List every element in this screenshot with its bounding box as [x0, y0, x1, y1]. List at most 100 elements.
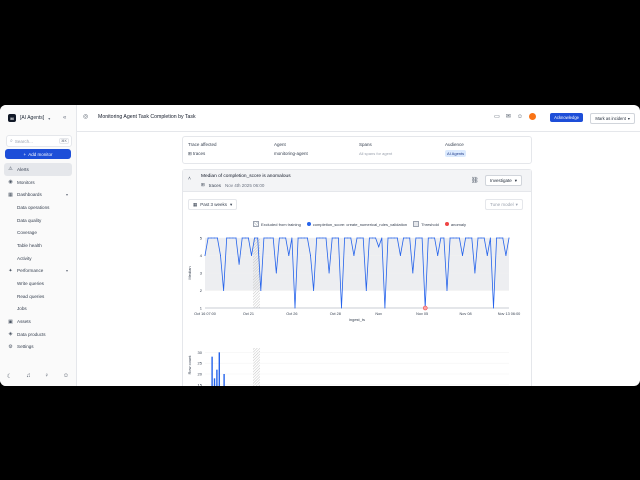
- series-point: [328, 272, 330, 274]
- series-point: [455, 237, 457, 239]
- series-point: [396, 237, 398, 239]
- incident-info-card: Trace affected ⊞ traces Agent monitoring…: [182, 136, 532, 164]
- series-point: [210, 237, 212, 239]
- sidebar-item-data-quality[interactable]: Data quality: [4, 214, 72, 227]
- series-point: [275, 272, 277, 274]
- median-line-chart[interactable]: 1 2 3 4 5 Median ingest_ts Oct 16 07:00 Oct 21 Oc…: [183, 228, 531, 323]
- grid-icon: ▦: [8, 191, 13, 198]
- series-point: [387, 237, 389, 239]
- series-point: [334, 237, 336, 239]
- sidebar-item-settings[interactable]: ⚙ Settings: [4, 341, 72, 354]
- series-point: [480, 237, 482, 239]
- sidebar-item-table-health[interactable]: Table health: [4, 239, 72, 252]
- sidebar-item-data-products[interactable]: ◈ Data products: [4, 328, 72, 341]
- chart-legend: Excluded from training completion_score:…: [253, 221, 466, 227]
- legend-threshold[interactable]: Threshold: [413, 221, 439, 227]
- sidebar-item-read-queries[interactable]: Read queries: [4, 290, 72, 303]
- series-point: [446, 290, 448, 291]
- series-point: [316, 237, 318, 239]
- person-icon[interactable]: ☺: [517, 114, 523, 120]
- series-point: [207, 237, 209, 239]
- search-shortcut: ⌘K: [59, 138, 69, 144]
- sidebar-item-write-queries[interactable]: Write queries: [4, 277, 72, 290]
- sidebar-item-activity[interactable]: Activity: [4, 252, 72, 265]
- series-point: [421, 237, 423, 239]
- series-point: [238, 263, 240, 265]
- bar: [213, 378, 216, 386]
- legend-anomaly[interactable]: anomaly: [444, 221, 466, 227]
- series-point: [285, 237, 287, 239]
- workspace-logo-icon: M: [8, 114, 16, 122]
- series-point: [365, 290, 367, 291]
- series-point: [353, 255, 355, 256]
- spans-column: Spans All spans for agent: [359, 142, 392, 156]
- add-monitor-button[interactable]: + Add monitor: [5, 149, 71, 159]
- sidebar-item-label: Settings: [17, 344, 34, 350]
- search-input[interactable]: ⌕ Search... ⌘K: [6, 135, 72, 147]
- user-icon[interactable]: ☺: [63, 373, 69, 380]
- anomaly-subject[interactable]: traces: [209, 183, 221, 188]
- comment-icon[interactable]: ▭: [494, 113, 500, 120]
- sidebar-item-label: Alerts: [17, 166, 29, 172]
- sidebar-item-label: Data quality: [17, 217, 42, 223]
- lightbulb-icon[interactable]: ♀: [45, 373, 50, 380]
- sidebar-item-alerts[interactable]: ⚠ Alerts: [4, 163, 72, 176]
- series-point: [340, 307, 342, 309]
- trace-value[interactable]: ⊞ traces: [188, 151, 217, 157]
- agent-label: Agent: [274, 142, 286, 147]
- mail-icon[interactable]: ✉: [506, 113, 511, 120]
- series-point: [437, 255, 439, 256]
- series-point: [282, 237, 284, 239]
- agent-column: Agent monitoring-agent: [274, 142, 308, 156]
- row-count-bar-chart[interactable]: 1015202530Row count: [183, 340, 531, 386]
- series-point: [443, 237, 445, 239]
- series-point: [263, 237, 265, 239]
- series-point: [409, 237, 411, 239]
- legend-excluded[interactable]: Excluded from training: [253, 221, 301, 227]
- bell-icon[interactable]: ♫: [26, 373, 31, 380]
- time-range-select[interactable]: ▦ Past 3 weeks ▾: [188, 199, 238, 210]
- collapse-sidebar-icon[interactable]: «: [63, 115, 66, 121]
- y-tick-label: 25: [198, 361, 203, 366]
- excluded-region: [253, 348, 260, 386]
- sidebar-item-monitors[interactable]: ◉ Monitors: [4, 176, 72, 189]
- tune-model-button[interactable]: Tune model ▾: [485, 199, 523, 210]
- sidebar-item-label: Monitors: [17, 179, 35, 185]
- sidebar-item-data-operations[interactable]: Data operations: [4, 201, 72, 214]
- investigate-button[interactable]: Investigate ▾: [485, 175, 523, 186]
- series-point: [492, 307, 494, 309]
- series-point: [415, 237, 417, 239]
- sidebar-item-dashboards[interactable]: ▦ Dashboards ▾: [4, 188, 72, 201]
- sidebar: M [AI Agents] ▾ « ⌕ Search... ⌘K + Add m…: [0, 105, 77, 386]
- legend-anomaly-label: anomaly: [450, 221, 466, 227]
- chevron-up-icon[interactable]: ˄: [188, 176, 191, 182]
- series-point: [384, 307, 386, 309]
- chevron-down-icon: ▾: [230, 201, 233, 207]
- bar: [211, 356, 213, 386]
- workspace-switcher[interactable]: M [AI Agents] ▾: [8, 114, 50, 122]
- time-range-value: Past 3 weeks: [200, 202, 228, 207]
- series-point: [232, 237, 234, 239]
- search-icon: ⌕: [10, 138, 13, 144]
- moon-icon[interactable]: ☾: [7, 373, 12, 380]
- audience-tag[interactable]: AI Agents: [445, 150, 467, 157]
- mark-incident-button[interactable]: Mark as incident ▾: [590, 113, 635, 124]
- link-icon[interactable]: ⛓: [471, 177, 479, 184]
- legend-threshold-label: Threshold: [421, 221, 439, 227]
- series-point: [251, 255, 253, 256]
- sidebar-item-performance[interactable]: ✦ Performance ▾: [4, 265, 72, 278]
- sidebar-item-jobs[interactable]: Jobs: [4, 303, 72, 316]
- plus-icon: +: [23, 151, 27, 157]
- search-placeholder: Search...: [14, 138, 33, 144]
- series-point: [390, 237, 392, 239]
- series-point: [226, 237, 228, 239]
- series-point: [229, 237, 231, 239]
- series-point: [235, 237, 237, 239]
- sidebar-item-assets[interactable]: ▣ Assets: [4, 315, 72, 328]
- legend-series[interactable]: completion_score: create_numerical_rules…: [306, 222, 407, 227]
- avatar[interactable]: [529, 113, 536, 120]
- acknowledge-button[interactable]: Acknowledge: [550, 113, 583, 122]
- table-icon: ⊞: [188, 151, 192, 156]
- sidebar-item-coverage[interactable]: Coverage: [4, 226, 72, 239]
- x-tick-label: Oct 26: [286, 312, 297, 316]
